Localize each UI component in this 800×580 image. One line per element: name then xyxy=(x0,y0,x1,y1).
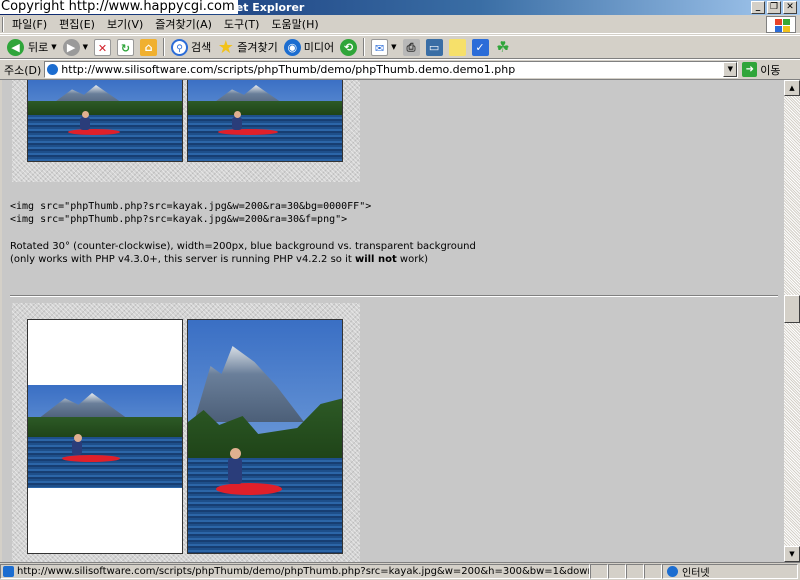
refresh-button[interactable]: ↻ xyxy=(114,36,137,58)
code-line-1: <img src="phpThumb.php?src=kayak.jpg&w=2… xyxy=(10,201,372,212)
menu-view[interactable]: 보기(V) xyxy=(101,15,149,34)
menu-favorites[interactable]: 즐겨찾기(A) xyxy=(149,15,218,34)
status-url: http://www.silisoftware.com/scripts/phpT… xyxy=(17,566,589,577)
address-label: 주소(D) xyxy=(4,63,42,77)
refresh-icon: ↻ xyxy=(117,38,135,56)
favorites-label: 즐겨찾기 xyxy=(237,41,278,54)
internet-zone-icon xyxy=(667,566,678,577)
copyright-overlay: Copyright http://www.happycgi.com xyxy=(0,0,238,14)
description-text-before: (only works with PHP v4.3.0+, this serve… xyxy=(10,254,355,265)
back-arrow-icon: ◀ xyxy=(7,38,24,56)
kayak-photo-transparent-bg xyxy=(187,80,343,162)
close-button[interactable]: ✕ xyxy=(783,1,797,14)
go-label: 이동 xyxy=(760,63,781,77)
menu-bar: 파일(F) 편집(E) 보기(V) 즐겨찾기(A) 도구(T) 도움말(H) xyxy=(0,15,800,34)
status-url-panel: http://www.silisoftware.com/scripts/phpT… xyxy=(0,564,590,579)
menu-edit[interactable]: 편집(E) xyxy=(53,15,101,34)
star-icon: ★ xyxy=(217,36,234,58)
back-label: 뒤로 xyxy=(28,41,49,54)
code-line-2: <img src="phpThumb.php?src=kayak.jpg&w=2… xyxy=(10,214,348,225)
status-panel-3 xyxy=(626,564,644,579)
kayak-photo-blue-bg xyxy=(27,80,183,162)
status-zone-panel: 인터넷 xyxy=(662,564,798,579)
status-panel-1 xyxy=(590,564,608,579)
description-line-1: Rotated 30° (counter-clockwise), width=2… xyxy=(10,241,476,252)
minimize-button[interactable]: _ xyxy=(751,1,765,14)
horizontal-rule xyxy=(10,295,778,297)
status-bar: http://www.silisoftware.com/scripts/phpT… xyxy=(0,562,800,580)
buddies-button[interactable]: ☘ xyxy=(492,36,515,58)
scroll-up-icon[interactable]: ▲ xyxy=(784,80,800,96)
windows-logo-icon xyxy=(766,16,796,33)
address-input[interactable]: http://www.silisoftware.com/scripts/phpT… xyxy=(44,61,739,78)
kayak-photo-cropped xyxy=(187,319,343,554)
menu-tools[interactable]: 도구(T) xyxy=(218,15,266,34)
buddies-icon: ☘ xyxy=(496,37,510,56)
menu-help[interactable]: 도움말(H) xyxy=(265,15,324,34)
description-text-after: work) xyxy=(396,254,429,265)
address-dropdown-icon[interactable]: ▼ xyxy=(723,62,738,77)
history-button[interactable]: ⟲ xyxy=(337,36,360,58)
messenger-icon: ✓ xyxy=(471,38,489,56)
address-bar: 주소(D) http://www.silisoftware.com/script… xyxy=(0,59,800,80)
toolbar-separator xyxy=(363,38,366,56)
search-label: 검색 xyxy=(191,41,212,54)
thumbnail-frame-top xyxy=(12,80,360,182)
search-icon: ⚲ xyxy=(171,38,189,56)
search-button[interactable]: ⚲ 검색 xyxy=(168,36,214,58)
page-status-icon xyxy=(3,566,14,577)
edit-icon: ▭ xyxy=(425,38,443,56)
back-dropdown-icon[interactable]: ▼ xyxy=(51,43,56,51)
home-icon: ⌂ xyxy=(140,38,158,56)
media-globe-icon: ◉ xyxy=(283,38,301,56)
forward-arrow-icon: ▶ xyxy=(62,38,80,56)
print-button[interactable]: ⎙ xyxy=(400,36,423,58)
media-button[interactable]: ◉ 미디어 xyxy=(281,36,337,58)
status-panel-2 xyxy=(608,564,626,579)
history-icon: ⟲ xyxy=(340,38,358,56)
description-bold-text: will not xyxy=(354,254,397,265)
toolbar-separator xyxy=(163,38,166,56)
title-bar: ed by PHP - Microsoft Internet Explorer … xyxy=(0,0,800,15)
go-button[interactable]: ➜ 이동 xyxy=(742,62,781,78)
home-button[interactable]: ⌂ xyxy=(137,36,160,58)
restore-button[interactable]: ❐ xyxy=(767,1,781,14)
menu-file[interactable]: 파일(F) xyxy=(6,15,53,34)
forward-button[interactable]: ▶ ▼ xyxy=(60,36,91,58)
printer-icon: ⎙ xyxy=(402,38,420,56)
scroll-down-icon[interactable]: ▼ xyxy=(784,546,800,562)
page-content: <img src="phpThumb.php?src=kayak.jpg&w=2… xyxy=(2,80,784,562)
favorites-button[interactable]: ★ 즐겨찾기 xyxy=(214,36,280,58)
go-arrow-icon: ➜ xyxy=(742,62,758,77)
discuss-button[interactable] xyxy=(446,36,469,58)
address-url[interactable]: http://www.silisoftware.com/scripts/phpT… xyxy=(61,63,723,76)
edit-button[interactable]: ▭ xyxy=(423,36,446,58)
scroll-thumb[interactable] xyxy=(784,295,800,323)
back-button[interactable]: ◀ 뒤로 ▼ xyxy=(4,36,60,58)
forward-dropdown-icon[interactable]: ▼ xyxy=(83,43,88,51)
description-line-2: (only works with PHP v4.3.0+, this serve… xyxy=(10,254,428,265)
mail-icon: ✉ xyxy=(371,38,389,56)
status-panel-4 xyxy=(644,564,662,579)
messenger-button[interactable]: ✓ xyxy=(469,36,492,58)
menu-grip xyxy=(2,16,4,32)
media-label: 미디어 xyxy=(303,41,335,54)
kayak-photo-letterboxed xyxy=(27,319,183,554)
mail-button[interactable]: ✉ ▼ xyxy=(368,36,399,58)
thumbnail-frame-bottom xyxy=(12,303,360,562)
page-icon xyxy=(47,64,59,75)
vertical-scrollbar[interactable]: ▲ ▼ xyxy=(784,80,800,562)
mail-dropdown-icon[interactable]: ▼ xyxy=(391,43,396,51)
stop-icon: ✕ xyxy=(94,38,112,56)
stop-button[interactable]: ✕ xyxy=(91,36,114,58)
status-zone: 인터넷 xyxy=(682,568,710,579)
standard-toolbar: ◀ 뒤로 ▼ ▶ ▼ ✕ ↻ ⌂ ⚲ 검색 ★ 즐겨찾기 ◉ 미디어 ⟲ ✉ ▼… xyxy=(0,35,800,59)
note-icon xyxy=(448,38,466,56)
